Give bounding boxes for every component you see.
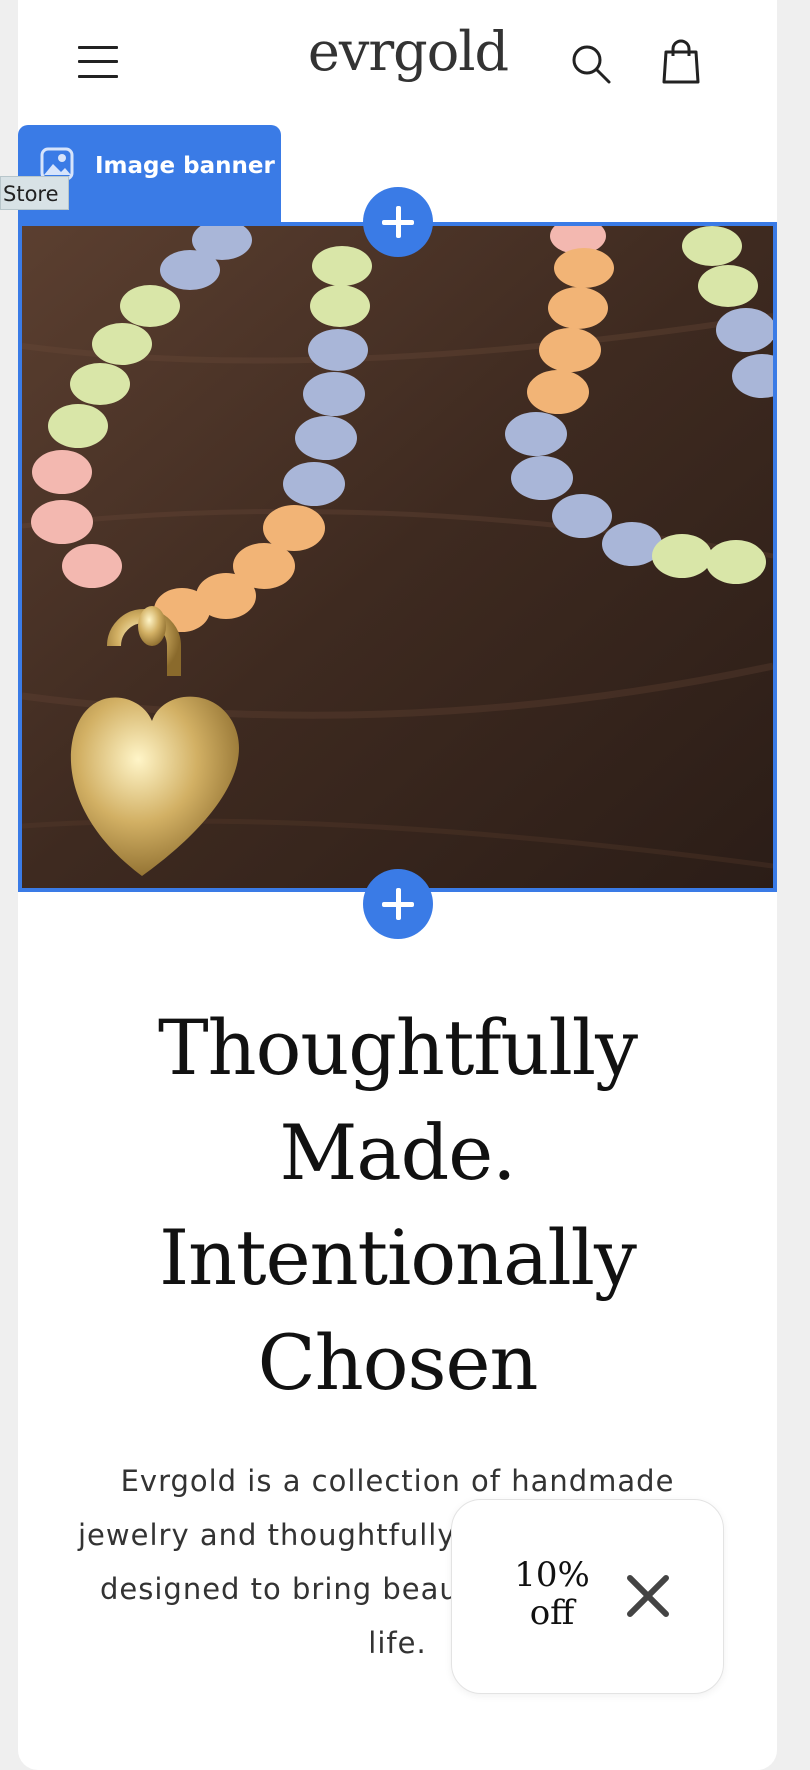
logo[interactable]: evrgold [288, 20, 528, 83]
headline-line: Chosen [257, 1318, 539, 1407]
cart-icon[interactable] [658, 38, 704, 86]
headline-line: Made. [279, 1108, 517, 1197]
discount-off: off [529, 1593, 575, 1633]
add-section-button-top[interactable] [363, 187, 433, 257]
necklace-photo [22, 226, 773, 888]
discount-percent: 10% [514, 1555, 590, 1595]
site-header: evrgold [18, 0, 777, 110]
headline-line: Intentionally [159, 1213, 637, 1302]
menu-icon[interactable] [78, 42, 118, 82]
add-section-button-bottom[interactable] [363, 869, 433, 939]
close-icon[interactable] [624, 1572, 672, 1620]
discount-label[interactable]: 10% off [502, 1556, 602, 1632]
banner-image[interactable] [18, 222, 777, 892]
section-label: Image banner [95, 153, 275, 179]
page-headline: Thoughtfully Made. Intentionally Chosen [18, 995, 777, 1415]
discount-popup[interactable]: 10% off [451, 1499, 724, 1694]
store-tag: Store [0, 176, 69, 210]
search-icon[interactable] [569, 42, 613, 86]
headline-line: Thoughtfully [157, 1003, 638, 1092]
